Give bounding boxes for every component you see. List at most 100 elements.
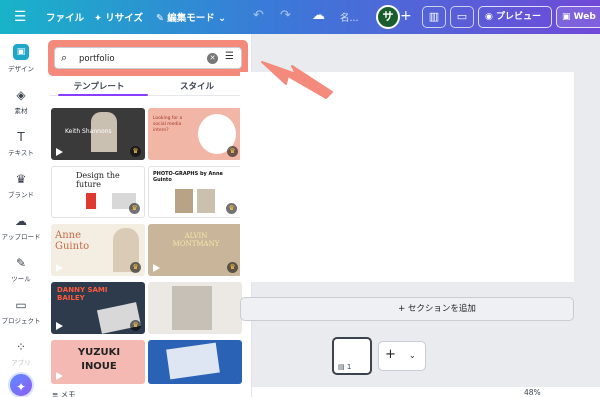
notes-button[interactable]: ≡ メモ xyxy=(52,389,76,397)
page-number: ▤ 1 xyxy=(338,363,352,371)
photo-block xyxy=(175,189,193,213)
play-icon xyxy=(153,264,160,272)
search-box[interactable]: ⌕ ✕ ☰ xyxy=(54,47,242,69)
top-bar: ☰ ファイル ✦ リサイズ ✎ 編集モード ⌄ ↶ ↷ ☁ 名... サ + ▥… xyxy=(0,0,600,34)
web-publish-button[interactable]: ▣ Web xyxy=(556,6,600,28)
annotation-arrow xyxy=(261,61,333,99)
page-number-value: 1 xyxy=(346,363,352,371)
play-icon xyxy=(56,148,63,156)
add-section-button[interactable]: + セクションを追加 xyxy=(240,297,574,321)
crown-icon: ♛ xyxy=(226,203,237,214)
rail-label: テキスト xyxy=(8,149,34,157)
template-text: Design the future xyxy=(76,171,120,189)
add-page-button[interactable]: + ⌄ xyxy=(378,341,426,371)
resize-label: リサイズ xyxy=(105,13,143,24)
template-text: PHOTO-GRAPHS by Anne Guinto xyxy=(153,171,223,183)
redo-icon[interactable]: ↷ xyxy=(280,8,291,23)
design-title[interactable]: 名... xyxy=(340,10,359,24)
play-icon xyxy=(56,322,63,330)
rail-label: ブランド xyxy=(8,191,34,199)
plus-icon: + xyxy=(385,347,396,362)
rail-item-projects[interactable]: ▭ プロジェクト xyxy=(0,298,42,325)
tools-icon: ✎ xyxy=(15,256,27,270)
rail-label: プロジェクト xyxy=(1,317,41,325)
crown-icon: ♛ xyxy=(130,146,141,157)
zoom-level[interactable]: 48% xyxy=(524,388,541,397)
filter-sliders-icon[interactable]: ☰ xyxy=(225,51,234,62)
cloud-save-icon[interactable]: ☁ xyxy=(312,8,325,23)
rail-item-brand[interactable]: ♛ ブランド xyxy=(0,172,42,199)
template-text: Keith Shannons xyxy=(65,128,112,135)
projects-icon: ▭ xyxy=(15,298,27,312)
edit-mode-button[interactable]: ✎ 編集モード ⌄ xyxy=(156,10,226,24)
play-icon xyxy=(154,205,161,213)
search-input[interactable] xyxy=(79,51,189,66)
rail-item-elements[interactable]: ◈ 素材 xyxy=(0,88,42,115)
crown-icon: ♛ xyxy=(130,320,141,331)
template-text: ALVIN MONTMANY xyxy=(172,232,220,248)
search-icon: ⌕ xyxy=(61,51,68,64)
template-card[interactable]: Keith Shannons ♛ xyxy=(51,108,145,160)
active-tab-indicator xyxy=(58,94,148,96)
panel-tabs: テンプレート スタイル xyxy=(50,78,246,98)
template-card[interactable]: YUZUKI INOUE xyxy=(51,340,145,384)
rail-item-apps[interactable]: ⁘ アプリ xyxy=(0,340,42,367)
chair-shape xyxy=(86,193,96,209)
preview-label: プレビュー xyxy=(496,12,542,22)
play-icon xyxy=(56,372,63,380)
template-panel: ⌕ ✕ ☰ テンプレート スタイル Keith Shannons ♛ Looki… xyxy=(42,34,252,397)
photo-block xyxy=(166,342,220,380)
rail-label: アプリ xyxy=(11,359,31,367)
template-card[interactable]: Design the future ♛ xyxy=(51,166,145,218)
rail-label: 素材 xyxy=(14,107,28,115)
tab-styles[interactable]: スタイル xyxy=(148,80,246,92)
undo-icon[interactable]: ↶ xyxy=(253,8,264,23)
add-collaborator-icon[interactable]: + xyxy=(400,8,412,24)
brand-icon: ♛ xyxy=(15,172,27,186)
rail-label: ツール xyxy=(11,275,31,283)
rail-label: アップロード xyxy=(1,233,41,241)
crown-icon: ♛ xyxy=(129,203,140,214)
template-text: YUZUKI INOUE xyxy=(77,347,121,372)
template-text: Anne Guinto xyxy=(55,230,90,252)
analytics-icon[interactable]: ▥ xyxy=(422,6,446,28)
clear-icon[interactable]: ✕ xyxy=(207,53,218,64)
file-menu[interactable]: ファイル xyxy=(46,10,84,24)
page-thumbnail[interactable]: ▤ 1 xyxy=(332,337,372,375)
avatar[interactable]: サ xyxy=(376,5,400,29)
hamburger-icon[interactable]: ☰ xyxy=(10,7,30,27)
rail-item-upload[interactable]: ☁ アップロード xyxy=(0,214,42,241)
template-card[interactable]: Anne Guinto ♛ xyxy=(51,224,145,276)
rail-item-tools[interactable]: ✎ ツール xyxy=(0,256,42,283)
template-text: Looking for a social media intern? xyxy=(153,116,183,133)
edit-mode-label: 編集モード xyxy=(167,13,215,24)
upload-icon: ☁ xyxy=(15,214,27,228)
chevron-down-icon[interactable]: ⌄ xyxy=(409,351,416,360)
apps-icon: ⁘ xyxy=(15,340,27,354)
template-text: DANNY SAMI BAILEY xyxy=(57,286,108,302)
template-card[interactable]: DANNY SAMI BAILEY ♛ xyxy=(51,282,145,334)
notes-label: メモ xyxy=(60,390,76,397)
preview-button[interactable]: ◉ プレビュー xyxy=(478,6,552,28)
crown-icon: ♛ xyxy=(130,262,141,273)
elements-icon: ◈ xyxy=(16,88,26,102)
resize-button[interactable]: ✦ リサイズ xyxy=(94,10,143,24)
rail-label: デザイン xyxy=(8,65,34,73)
tab-templates[interactable]: テンプレート xyxy=(50,80,148,92)
design-icon: ▣ xyxy=(13,44,29,60)
template-card[interactable] xyxy=(148,282,242,334)
template-card[interactable]: Looking for a social media intern? ♛ xyxy=(148,108,242,160)
template-card[interactable]: ALVIN MONTMANY ♛ xyxy=(148,224,242,276)
template-card[interactable]: PHOTO-GRAPHS by Anne Guinto ♛ xyxy=(148,166,242,218)
crown-icon: ♛ xyxy=(227,146,238,157)
play-icon xyxy=(56,264,63,272)
rail-item-design[interactable]: ▣ デザイン xyxy=(0,44,42,73)
comment-icon[interactable]: ▭ xyxy=(450,6,474,28)
photo-block xyxy=(197,189,215,213)
magic-sparkle-button[interactable]: ✦ xyxy=(8,372,34,397)
photo-block xyxy=(172,286,212,330)
template-card[interactable] xyxy=(148,340,242,384)
rail-item-text[interactable]: T テキスト xyxy=(0,130,42,157)
crown-icon: ♛ xyxy=(227,262,238,273)
text-icon: T xyxy=(17,130,25,144)
